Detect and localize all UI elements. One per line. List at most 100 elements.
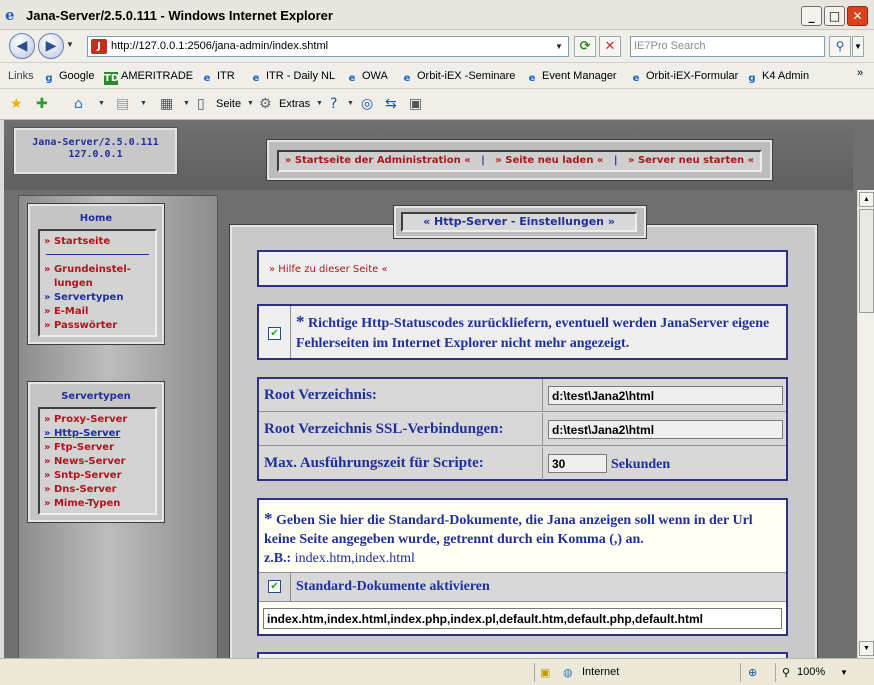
minimize-button[interactable]: _ [801, 6, 822, 26]
print-icon[interactable]: ▦ [160, 96, 173, 112]
link-orbit-seminare[interactable]: e Orbit-iEX -Seminare [400, 70, 516, 85]
links-more-button[interactable]: » [857, 67, 863, 79]
menu-news-server[interactable]: » News-Server [44, 455, 151, 469]
menu-grundeinstellungen-cont[interactable]: lungen [44, 277, 151, 291]
zoom-level[interactable]: 100% [797, 666, 825, 678]
nav-reload-link[interactable]: » Seite neu laden « [495, 155, 603, 166]
stop-button[interactable]: ✕ [599, 36, 621, 57]
url-text: http://127.0.0.1:2506/jana-admin/index.s… [111, 40, 329, 52]
home-menu: Home » Startseite » Grundeinstel- lungen… [27, 203, 165, 345]
menu-proxy-server[interactable]: » Proxy-Server [44, 413, 151, 427]
maxtime-input[interactable] [548, 454, 607, 473]
command-bar: ★ ✚ ⌂ ▼ ▤ ▼ ▦ ▼ ▯ Seite ▼ ⚙ Extras ▼ ? ▼… [0, 89, 874, 120]
statuscodes-checkbox[interactable]: ✔ [268, 327, 281, 340]
ie-page-icon: e [252, 73, 260, 84]
link-event-manager[interactable]: e Event Manager [525, 70, 617, 85]
menu-sntp-server[interactable]: » Sntp-Server [44, 469, 151, 483]
table-divider [542, 413, 543, 445]
print-dropdown-icon[interactable]: ▼ [183, 100, 190, 107]
google-icon: g [45, 73, 53, 84]
maxtime-label: Max. Ausführungszeit für Scripte: [264, 455, 484, 471]
link-k4-admin[interactable]: g K4 Admin [745, 70, 809, 85]
home-dropdown-icon[interactable]: ▼ [98, 100, 105, 107]
menu-ftp-server[interactable]: » Ftp-Server [44, 441, 151, 455]
tools-dropdown-icon[interactable]: ▼ [316, 100, 323, 107]
search-button[interactable]: ⚲ [829, 36, 851, 57]
link-orbit-formular[interactable]: e Orbit-iEX-Formular [629, 70, 739, 85]
menu-passwoerter[interactable]: » Passwörter [44, 319, 151, 333]
tool-plugin-icon[interactable]: ▣ [409, 96, 422, 112]
messenger-icon[interactable]: ⇆ [385, 96, 397, 112]
scroll-down-icon[interactable]: ▼ [859, 641, 874, 656]
stddocs-example-label: z.B.: [264, 551, 292, 566]
nav-admin-home-link[interactable]: » Startseite der Administration « [285, 155, 471, 166]
link-ameritrade[interactable]: TD AMERITRADE [104, 70, 193, 85]
search-input[interactable]: IE7Pro Search [630, 36, 825, 57]
servertypes-menu: Servertypen » Proxy-Server » Http-Server… [27, 381, 165, 523]
page-title: « Http-Server - Einstellungen » [401, 212, 637, 232]
research-icon[interactable]: ◎ [361, 96, 373, 112]
feeds-dropdown-icon[interactable]: ▼ [140, 100, 147, 107]
menu-startseite[interactable]: » Startseite [44, 235, 151, 249]
help-dropdown-icon[interactable]: ▼ [347, 100, 354, 107]
maximize-button[interactable]: □ [824, 6, 845, 26]
root-input[interactable] [548, 386, 783, 405]
ie-page-icon: e [348, 73, 356, 84]
vertical-scrollbar[interactable]: ▲ ▼ [857, 190, 874, 658]
nav-restart-link[interactable]: » Server neu starten « [628, 155, 754, 166]
ie-page-icon: e [403, 73, 411, 84]
stddocs-input[interactable] [263, 608, 782, 629]
favorites-star-icon[interactable]: ★ [10, 96, 23, 112]
page-menu[interactable]: Seite [216, 98, 241, 110]
close-button[interactable]: ✕ [847, 6, 868, 26]
search-options-dropdown-icon[interactable]: ▼ [852, 36, 864, 57]
menu-mime-typen[interactable]: » Mime-Typen [44, 497, 151, 511]
scroll-thumb[interactable] [859, 209, 874, 313]
feeds-icon[interactable]: ▤ [116, 96, 129, 112]
security-zone-text: Internet [582, 666, 620, 678]
help-icon[interactable]: ? [330, 96, 337, 112]
page-dropdown-icon[interactable]: ▼ [247, 100, 254, 107]
link-itr-daily[interactable]: e ITR - Daily NL [249, 70, 335, 85]
settings-table: Root Verzeichnis: Root Verzeichnis SSL-V… [257, 377, 788, 481]
menu-servertypen[interactable]: » Servertypen [44, 291, 151, 305]
menu-grundeinstellungen[interactable]: » Grundeinstel- [44, 263, 151, 277]
protected-mode-icon[interactable]: ⊕ [748, 666, 757, 679]
root-label: Root Verzeichnis: [264, 387, 377, 403]
url-input[interactable]: J http://127.0.0.1:2506/jana-admin/index… [87, 36, 569, 57]
history-dropdown-icon[interactable]: ▼ [66, 40, 74, 49]
main-title-box: « Http-Server - Einstellungen » [393, 205, 647, 239]
scroll-up-icon[interactable]: ▲ [859, 192, 874, 207]
links-label: Links [8, 70, 34, 82]
ssl-label: Root Verzeichnis SSL-Verbindungen: [264, 421, 504, 437]
home-icon[interactable]: ⌂ [74, 96, 83, 112]
nav-divider: | [481, 155, 485, 166]
stddocs-checkbox[interactable]: ✔ [268, 580, 281, 593]
table-divider [542, 379, 543, 411]
tools-menu[interactable]: Extras [279, 98, 310, 110]
menu-dns-server[interactable]: » Dns-Server [44, 483, 151, 497]
refresh-button[interactable]: ⟳ [574, 36, 596, 57]
link-itr[interactable]: e ITR [200, 70, 235, 85]
help-link[interactable]: » Hilfe zu dieser Seite « [269, 264, 388, 275]
link-owa[interactable]: e OWA [345, 70, 388, 85]
ssl-root-input[interactable] [548, 420, 783, 439]
stddocs-enable-label: Standard-Dokumente aktivieren [296, 579, 490, 594]
zoom-dropdown-icon[interactable]: ▼ [840, 668, 848, 677]
url-dropdown-icon[interactable]: ▼ [552, 39, 566, 54]
globe-icon: ◍ [563, 667, 573, 679]
stddocs-example: index.htm,index.html [294, 551, 415, 566]
zoom-icon[interactable]: ⚲ [782, 666, 790, 679]
servertypes-menu-title: Servertypen [61, 391, 131, 402]
menu-email[interactable]: » E-Mail [44, 305, 151, 319]
server-address: 127.0.0.1 [68, 149, 123, 160]
ie-page-icon: e [528, 73, 536, 84]
back-button[interactable]: ◀ [9, 33, 35, 59]
add-favorites-icon[interactable]: ✚ [36, 96, 48, 112]
popup-blocker-icon[interactable]: ▣ [540, 666, 550, 679]
maxtime-row: Max. Ausführungszeit für Scripte: Sekund… [259, 447, 786, 480]
forward-button[interactable]: ▶ [38, 33, 64, 59]
help-box: » Hilfe zu dieser Seite « [257, 250, 788, 287]
menu-http-server[interactable]: » Http-Server [44, 427, 151, 441]
link-google[interactable]: g Google [42, 70, 94, 85]
